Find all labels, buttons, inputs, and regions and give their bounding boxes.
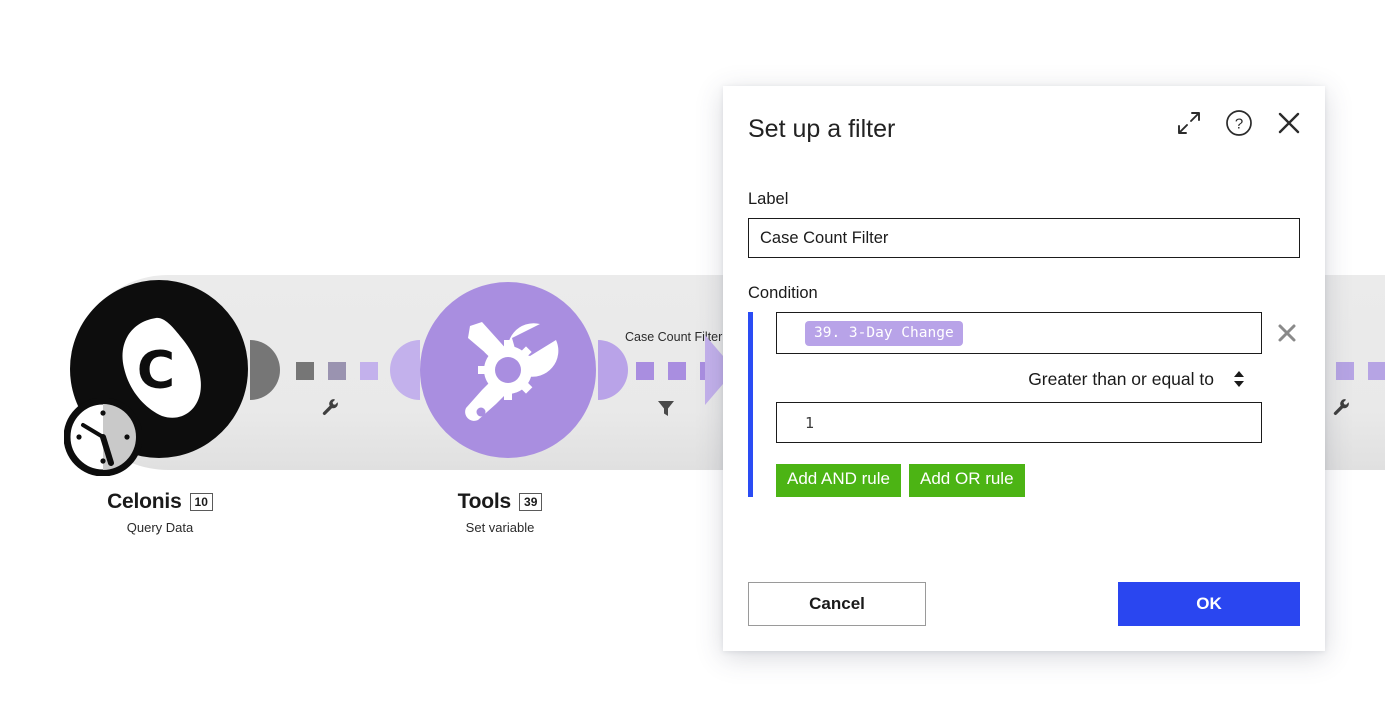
cancel-button[interactable]: Cancel [748, 582, 926, 626]
clock-badge-icon [64, 398, 142, 476]
dialog-body: Label Condition 39. 3-Day Change G [723, 172, 1325, 497]
filter-setup-dialog: Set up a filter ? Label Case Count Filte… [723, 86, 1325, 651]
rule-row: 39. 3-Day Change [776, 312, 1300, 354]
remove-rule-icon[interactable] [1274, 320, 1300, 346]
field-token-chip[interactable]: 39. 3-Day Change [805, 320, 963, 346]
node-title: Tools [457, 490, 512, 513]
node-title: Celonis [107, 490, 182, 513]
node-subtitle: Query Data [126, 520, 194, 535]
dialog-header: Set up a filter ? [723, 86, 1325, 172]
rule-buttons: Add AND rule Add OR rule [776, 464, 1300, 497]
condition-section-label: Condition [748, 284, 818, 302]
label-input[interactable] [748, 218, 1300, 258]
node-subtitle: Set variable [465, 520, 535, 535]
wrench-icon[interactable] [1331, 397, 1351, 422]
rule-value-text: 1 [805, 413, 815, 432]
node-caption-celonis: Celonis 10 Query Data [10, 490, 310, 535]
dialog-header-actions: ? [1175, 109, 1303, 137]
dialog-title: Set up a filter [748, 114, 896, 143]
node-badge: 10 [189, 493, 213, 511]
condition-group: 39. 3-Day Change Greater than or equal t… [748, 312, 1300, 497]
wrench-icon[interactable] [320, 397, 340, 422]
rule-value-input[interactable]: 1 [776, 402, 1262, 443]
add-or-rule-button[interactable]: Add OR rule [909, 464, 1025, 497]
dialog-footer: Cancel OK [748, 582, 1300, 626]
svg-text:?: ? [1235, 116, 1243, 133]
connector-dots-1 [296, 362, 378, 380]
operator-select[interactable]: Greater than or equal to [776, 362, 1300, 396]
connector-dots-3 [1336, 362, 1385, 380]
funnel-icon[interactable] [655, 397, 677, 424]
svg-text:C: C [137, 341, 175, 401]
ok-button[interactable]: OK [1118, 582, 1300, 626]
tools-wrench-screwdriver-icon [465, 322, 559, 421]
close-icon[interactable] [1275, 109, 1303, 137]
help-icon[interactable]: ? [1225, 109, 1253, 137]
node-caption-tools: Tools 39 Set variable [350, 490, 650, 535]
expand-icon[interactable] [1175, 109, 1203, 137]
condition-rules: 39. 3-Day Change Greater than or equal t… [776, 312, 1300, 497]
chevron-updown-icon [1232, 370, 1246, 388]
operator-value: Greater than or equal to [1028, 368, 1214, 389]
node-badge: 39 [519, 493, 543, 511]
add-and-rule-button[interactable]: Add AND rule [776, 464, 901, 497]
condition-group-rail [748, 312, 753, 497]
label-field-label: Label [748, 190, 789, 208]
rule-field-input[interactable]: 39. 3-Day Change [776, 312, 1262, 354]
